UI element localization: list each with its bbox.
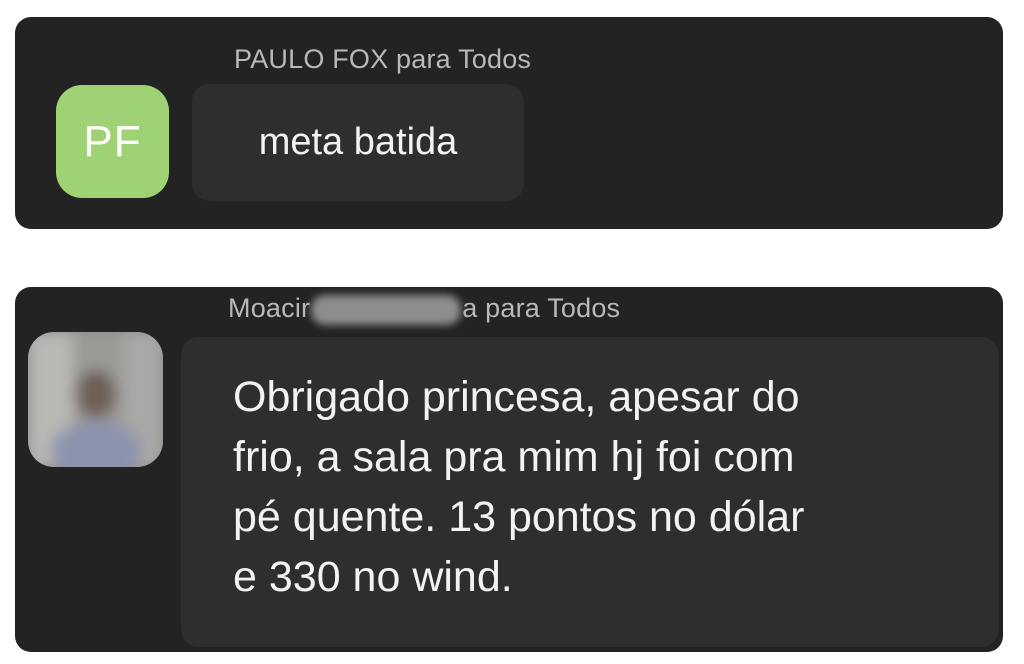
message-text: meta batida	[258, 121, 458, 163]
message-bubble[interactable]: meta batida	[192, 84, 524, 201]
sender-label: PAULO FOX para Todos	[234, 44, 532, 74]
avatar-initials: PF	[83, 116, 142, 166]
avatar	[28, 332, 163, 467]
chat-message-card: PAULO FOX para Todos PF meta batida	[15, 17, 1003, 229]
redacted-name-blur	[311, 294, 462, 325]
sender-label: Moacir a para Todos	[228, 293, 620, 325]
sender-suffix: a para Todos	[462, 293, 621, 323]
sender-first-name: Moacir	[228, 293, 311, 323]
avatar: PF	[56, 85, 169, 198]
message-text-line: pé quente. 13 pontos no dólar	[233, 493, 805, 541]
message-text-line: Obrigado princesa, apesar do	[233, 373, 800, 421]
message-text-line: e 330 no wind.	[233, 553, 513, 601]
message-bubble[interactable]: Obrigado princesa, apesar do frio, a sal…	[181, 337, 999, 647]
chat-message-card: Moacir a para Todos Obrigado princesa, ap…	[15, 287, 1003, 652]
user-photo-icon	[28, 332, 163, 467]
message-text-line: frio, a sala pra mim hj foi com	[233, 433, 795, 481]
